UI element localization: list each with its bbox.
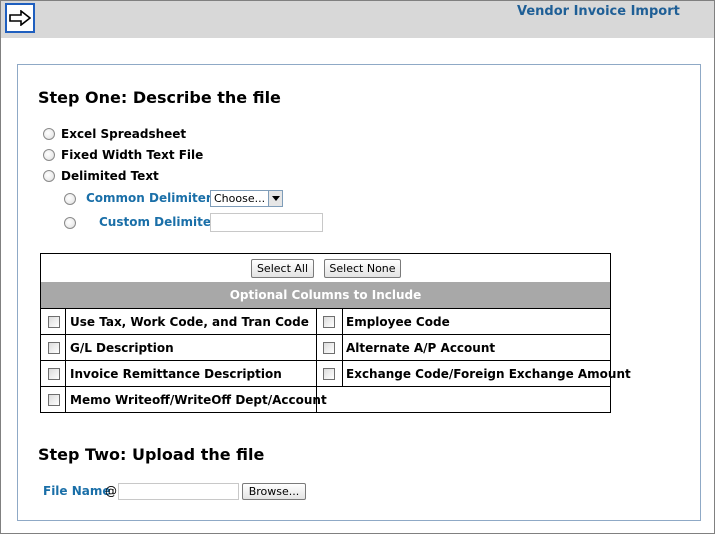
column-divider [65, 308, 66, 412]
row-divider [41, 334, 610, 335]
row-divider [41, 386, 610, 387]
fixed-width-radio[interactable] [43, 149, 55, 161]
optional-columns-table: Select All Select None Optional Columns … [40, 253, 631, 413]
row-divider [41, 360, 610, 361]
column-divider [342, 308, 343, 387]
row-divider [41, 308, 610, 309]
step-two-title: Step Two: Upload the file [38, 445, 265, 464]
common-delimiters-radio[interactable] [64, 193, 76, 205]
alternate-ap-label: Alternate A/P Account [346, 341, 496, 355]
fixed-width-label: Fixed Width Text File [61, 148, 204, 162]
use-tax-checkbox[interactable] [48, 316, 60, 328]
optional-columns-header: Optional Columns to Include [41, 282, 610, 308]
memo-writeoff-label: Memo Writeoff/WriteOff Dept/Account [70, 393, 327, 407]
step-one-title: Step One: Describe the file [38, 88, 281, 107]
memo-writeoff-checkbox[interactable] [48, 394, 60, 406]
custom-delimiter-radio[interactable] [64, 217, 76, 229]
window-frame: Vendor Invoice Import Step One: Describe… [0, 0, 715, 534]
at-sign: @ [105, 484, 117, 498]
common-delimiters-select[interactable]: Choose... [210, 190, 283, 207]
gl-description-checkbox[interactable] [48, 342, 60, 354]
excel-radio[interactable] [43, 128, 55, 140]
select-none-button[interactable]: Select None [324, 259, 401, 278]
gl-description-label: G/L Description [70, 341, 174, 355]
select-all-button[interactable]: Select All [251, 259, 314, 278]
exchange-code-checkbox[interactable] [323, 368, 335, 380]
top-bar: Vendor Invoice Import [1, 1, 714, 38]
excel-label: Excel Spreadsheet [61, 127, 187, 141]
browse-button[interactable]: Browse... [242, 483, 306, 500]
exchange-code-label: Exchange Code/Foreign Exchange Amount [346, 367, 631, 381]
custom-delimiter-label: Custom Delimiter [99, 215, 217, 229]
use-tax-label: Use Tax, Work Code, and Tran Code [70, 315, 309, 329]
common-delimiters-value: Choose... [214, 192, 266, 205]
invoice-remittance-label: Invoice Remittance Description [70, 367, 282, 381]
delimited-radio[interactable] [43, 170, 55, 182]
file-path-input[interactable] [118, 483, 239, 500]
chevron-down-icon [268, 191, 282, 206]
employee-code-label: Employee Code [346, 315, 450, 329]
arrow-right-icon [9, 9, 32, 27]
navigate-button[interactable] [5, 3, 35, 33]
delimited-label: Delimited Text [61, 169, 159, 183]
common-delimiters-label: Common Delimiters [86, 191, 219, 205]
custom-delimiter-input[interactable] [210, 213, 323, 232]
app-title: Vendor Invoice Import [517, 4, 680, 19]
employee-code-checkbox[interactable] [323, 316, 335, 328]
invoice-remittance-checkbox[interactable] [48, 368, 60, 380]
file-name-label: File Name [43, 484, 111, 498]
alternate-ap-checkbox[interactable] [323, 342, 335, 354]
